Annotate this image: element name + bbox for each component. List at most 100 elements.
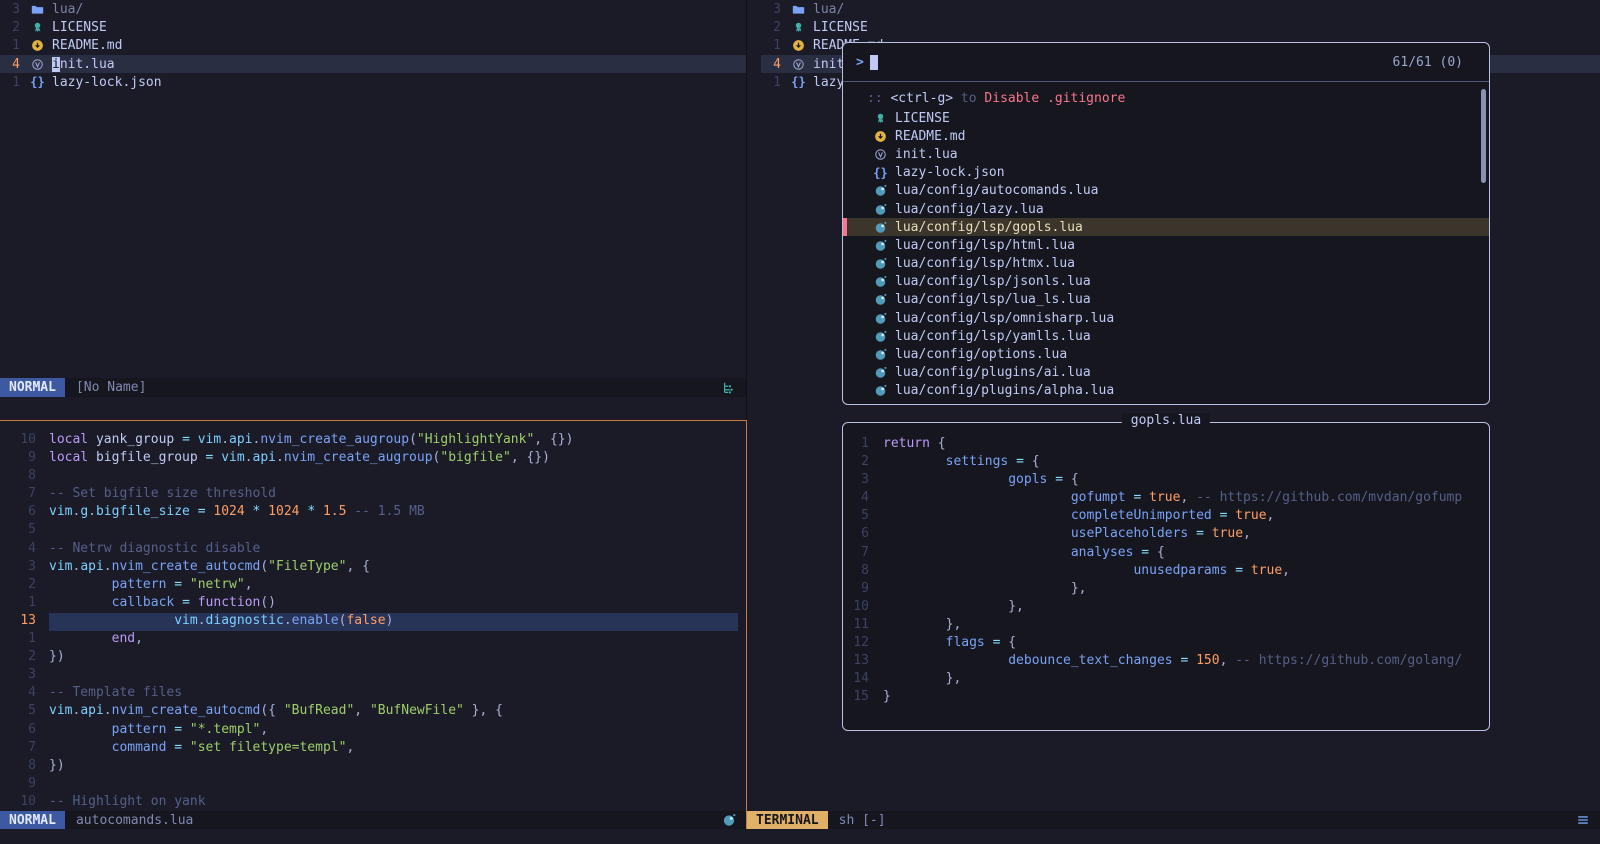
- line-number: 2: [0, 20, 20, 35]
- file-row[interactable]: 2LICENSE: [761, 18, 1600, 36]
- line-number: 11: [843, 617, 869, 635]
- finder-item[interactable]: lua/config/lsp/yamlls.lua: [843, 327, 1489, 345]
- line-number: 6: [0, 504, 36, 522]
- scrollbar[interactable]: [1481, 89, 1486, 183]
- lua-icon: [873, 365, 888, 380]
- line-number: 7: [843, 545, 869, 563]
- lua-icon: [873, 256, 888, 271]
- code-text: }: [883, 689, 1489, 707]
- code-line: 3 gopls = {: [843, 472, 1489, 490]
- line-number: 10: [0, 794, 36, 812]
- file-row[interactable]: 2LICENSE: [0, 18, 746, 36]
- file-row[interactable]: 3lua/: [761, 0, 1600, 18]
- code-line[interactable]: 7-- Set bigfile size threshold: [0, 486, 738, 504]
- code-text: pattern = "*.templ",: [49, 722, 738, 740]
- code-text: },: [883, 617, 1489, 635]
- preview-code: 1return {2 settings = {3 gopls = {4 gofu…: [843, 423, 1489, 707]
- code-line[interactable]: 1 end,: [0, 631, 738, 649]
- finder-item[interactable]: {}lazy-lock.json: [843, 164, 1489, 182]
- code-text: -- Netrw diagnostic disable: [49, 541, 738, 559]
- code-line: 15}: [843, 689, 1489, 707]
- code-line: 9 },: [843, 581, 1489, 599]
- code-line[interactable]: 9: [0, 776, 738, 794]
- line-number: 1: [0, 595, 36, 613]
- code-line[interactable]: 5vim.api.nvim_create_autocmd({ "BufRead"…: [0, 703, 738, 721]
- line-number: 3: [843, 472, 869, 490]
- finder-item[interactable]: lua/config/lsp/lua_ls.lua: [843, 291, 1489, 309]
- code-text: gopls = {: [883, 472, 1489, 490]
- code-line[interactable]: 5: [0, 522, 738, 540]
- finder-item[interactable]: lua/config/lsp/htmx.lua: [843, 255, 1489, 273]
- line-number: 8: [0, 468, 36, 486]
- mode-badge: NORMAL: [0, 378, 65, 397]
- code-text: local bigfile_group = vim.api.nvim_creat…: [49, 450, 738, 468]
- line-number: 1: [761, 38, 781, 53]
- code-line[interactable]: 3: [0, 667, 738, 685]
- code-line[interactable]: 6vim.g.bigfile_size = 1024 * 1024 * 1.5 …: [0, 504, 738, 522]
- code-line[interactable]: 4-- Template files: [0, 685, 738, 703]
- selection-indicator: [843, 218, 847, 236]
- code-line[interactable]: 2}): [0, 649, 738, 667]
- markdown-icon: [30, 38, 45, 53]
- statusline-terminal: TERMINAL sh [-]: [747, 811, 1600, 829]
- line-number: 6: [843, 526, 869, 544]
- code-line: 14 },: [843, 671, 1489, 689]
- file-row[interactable]: 4init.lua: [0, 55, 746, 73]
- code-line[interactable]: 1 callback = function(): [0, 595, 738, 613]
- code-line[interactable]: 6 pattern = "*.templ",: [0, 722, 738, 740]
- code-text: -- Set bigfile size threshold: [49, 486, 738, 504]
- code-line[interactable]: 3vim.api.nvim_create_autocmd("FileType",…: [0, 559, 738, 577]
- file-name: lua/: [813, 2, 844, 17]
- finder-prompt-row[interactable]: > 61/61 (0): [843, 43, 1489, 81]
- lua-icon: [873, 183, 888, 198]
- lua-icon: [873, 202, 888, 217]
- finder-item[interactable]: lua/config/options.lua: [843, 345, 1489, 363]
- code-line[interactable]: 9local bigfile_group = vim.api.nvim_crea…: [0, 450, 738, 468]
- finder-item[interactable]: lua/config/autocomands.lua: [843, 182, 1489, 200]
- code-line[interactable]: 7 command = "set filetype=templ",: [0, 740, 738, 758]
- folder-icon: [791, 2, 806, 17]
- finder-item[interactable]: lua/config/plugins/ai.lua: [843, 364, 1489, 382]
- code-text: -- Template files: [49, 685, 738, 703]
- json-icon: {}: [873, 165, 888, 180]
- finder-item[interactable]: lua/config/lazy.lua: [843, 200, 1489, 218]
- finder-item[interactable]: lua/config/lsp/omnisharp.lua: [843, 309, 1489, 327]
- code-line[interactable]: 13 vim.diagnostic.enable(false): [0, 613, 738, 631]
- code-line[interactable]: 8}): [0, 758, 738, 776]
- vim-icon: [873, 147, 888, 162]
- line-number: 13: [843, 653, 869, 671]
- code-line[interactable]: 2 pattern = "netrw",: [0, 577, 738, 595]
- finder-item[interactable]: lua/config/plugins/alpha.lua: [843, 382, 1489, 400]
- code-text: command = "set filetype=templ",: [49, 740, 738, 758]
- file-row[interactable]: 1{}lazy-lock.json: [0, 73, 746, 91]
- folder-icon: [30, 2, 45, 17]
- finder-item[interactable]: LICENSE: [843, 109, 1489, 127]
- code-line: 10 },: [843, 599, 1489, 617]
- finder-results: LICENSEREADME.md init.lua {}lazy-lock.json…: [843, 109, 1489, 400]
- finder-item[interactable]: init.lua: [843, 145, 1489, 163]
- list-icon: [1576, 813, 1590, 827]
- finder-item[interactable]: README.md: [843, 127, 1489, 145]
- file-name: lua/config/options.lua: [895, 347, 1067, 362]
- line-number: 2: [843, 454, 869, 472]
- code-line: 2 settings = {: [843, 454, 1489, 472]
- file-row[interactable]: 3lua/: [0, 0, 746, 18]
- file-name: lua/config/lsp/gopls.lua: [895, 220, 1083, 235]
- finder-item[interactable]: lua/config/lsp/html.lua: [843, 236, 1489, 254]
- code-line[interactable]: 4-- Netrw diagnostic disable: [0, 541, 738, 559]
- json-icon: {}: [30, 75, 45, 90]
- line-number: 9: [0, 776, 36, 794]
- line-number: 4: [761, 57, 781, 72]
- code-line: 11 },: [843, 617, 1489, 635]
- code-line[interactable]: 10local yank_group = vim.api.nvim_create…: [0, 432, 738, 450]
- code-line[interactable]: 8: [0, 468, 738, 486]
- file-name: init.lua: [895, 147, 958, 162]
- line-number: 1: [0, 631, 36, 649]
- line-number: 8: [843, 563, 869, 581]
- nvim-workspace: 3lua/2LICENSE1README.md4init.lua1{}lazy-…: [0, 0, 1600, 844]
- finder-item[interactable]: lua/config/lsp/gopls.lua: [843, 218, 1489, 236]
- file-row[interactable]: 1README.md: [0, 37, 746, 55]
- code-text: local yank_group = vim.api.nvim_create_a…: [49, 432, 738, 450]
- finder-item[interactable]: lua/config/lsp/jsonls.lua: [843, 273, 1489, 291]
- code-line[interactable]: 10-- Highlight on yank: [0, 794, 738, 812]
